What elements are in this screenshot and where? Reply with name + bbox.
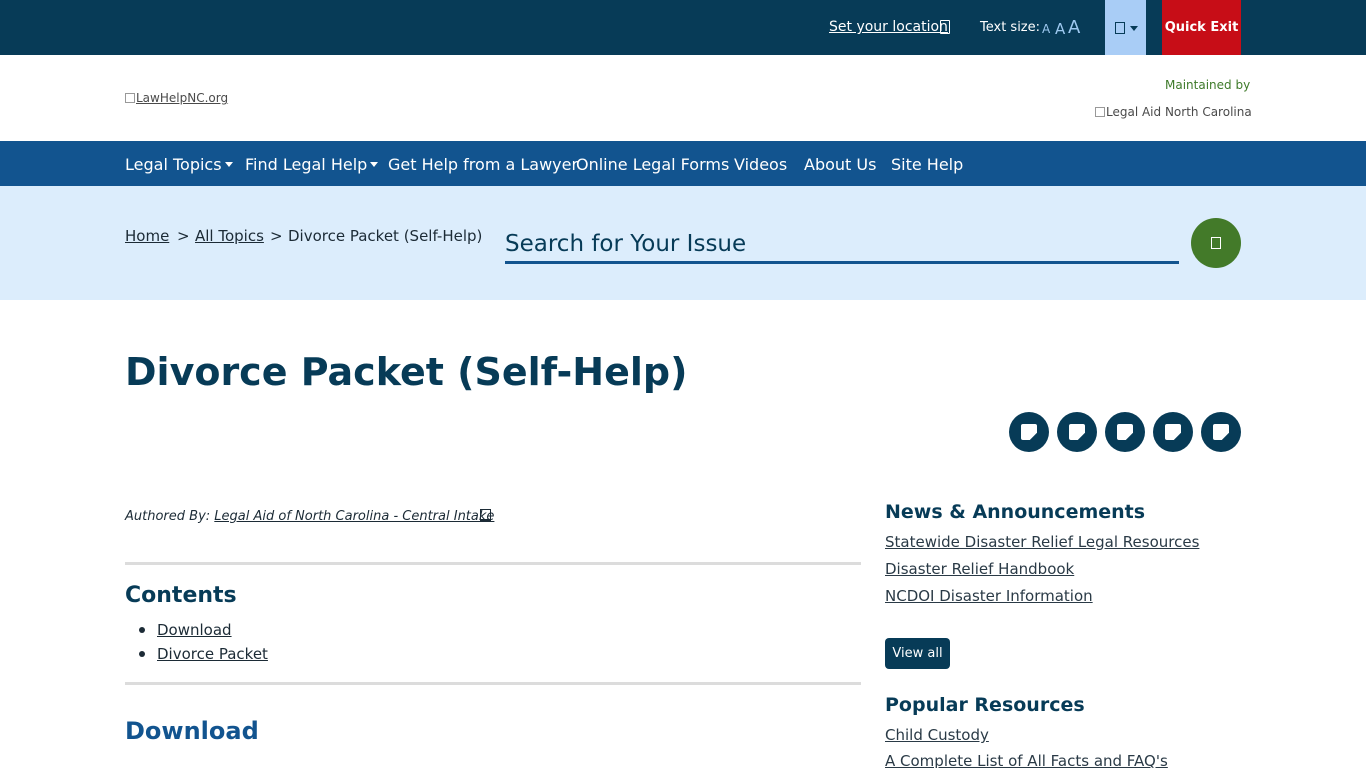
- partner-logo-alt: Legal Aid North Carolina: [1106, 105, 1252, 119]
- authored-by-label: Authored By:: [125, 509, 211, 524]
- contents-heading: Contents: [125, 583, 237, 608]
- share-icon: [1021, 424, 1037, 440]
- nav-item-label: Find Legal Help: [245, 155, 368, 174]
- breadcrumb-separator: >: [177, 227, 190, 245]
- main-nav: Legal Topics Find Legal Help Get Help fr…: [0, 141, 1366, 186]
- news-link[interactable]: Disaster Relief Handbook: [885, 560, 1074, 578]
- news-link[interactable]: NCDOI Disaster Information: [885, 587, 1093, 605]
- text-size-small-button[interactable]: A: [1042, 22, 1050, 36]
- page-title: Divorce Packet (Self-Help): [125, 350, 688, 394]
- share-icon: [1213, 424, 1229, 440]
- caret-down-icon: [370, 162, 379, 167]
- share-button-3[interactable]: [1105, 412, 1145, 452]
- news-heading: News & Announcements: [885, 501, 1146, 523]
- quick-exit-button[interactable]: Quick Exit: [1162, 0, 1241, 55]
- share-icon: [1117, 424, 1133, 440]
- author-link[interactable]: Legal Aid of North Carolina - Central In…: [214, 509, 494, 524]
- share-icon: [1069, 424, 1085, 440]
- share-button-2[interactable]: [1057, 412, 1097, 452]
- share-button-4[interactable]: [1153, 412, 1193, 452]
- text-size-label: Text size:: [980, 20, 1041, 35]
- breadcrumb-separator: >: [270, 227, 283, 245]
- broken-image-icon: [125, 93, 135, 103]
- nav-item-label: Legal Topics: [125, 155, 222, 174]
- breadcrumb-home[interactable]: Home: [125, 227, 169, 245]
- divider: [125, 562, 861, 565]
- language-dropdown-button[interactable]: [1105, 0, 1146, 55]
- nav-site-help[interactable]: Site Help: [891, 155, 963, 174]
- nav-get-help-from-lawyer[interactable]: Get Help from a Lawyer: [388, 155, 578, 174]
- language-icon: [1115, 22, 1125, 34]
- text-size-medium-button[interactable]: A: [1055, 20, 1065, 38]
- text-size-large-button[interactable]: A: [1068, 17, 1080, 38]
- nav-legal-topics[interactable]: Legal Topics: [125, 155, 233, 174]
- broken-image-icon: [1095, 107, 1105, 117]
- popular-resource-link[interactable]: Child Custody: [885, 726, 989, 744]
- download-heading: Download: [125, 717, 259, 745]
- caret-down-icon: [224, 162, 233, 167]
- search-button[interactable]: [1191, 218, 1241, 268]
- chevron-down-icon: [1130, 26, 1138, 31]
- maintained-by-label: Maintained by: [1165, 78, 1251, 92]
- site-logo[interactable]: LawHelpNC.org: [125, 91, 228, 105]
- utility-bar: Set your location Text size: A A A Quick…: [0, 0, 1366, 55]
- location-icon[interactable]: [940, 20, 950, 34]
- popular-resources-heading: Popular Resources: [885, 694, 1085, 716]
- nav-about-us[interactable]: About Us: [804, 155, 876, 174]
- nav-online-legal-forms[interactable]: Online Legal Forms: [576, 155, 729, 174]
- author-info-icon[interactable]: [480, 509, 491, 522]
- toc-link-download[interactable]: Download: [157, 621, 232, 639]
- popular-resource-link[interactable]: A Complete List of All Facts and FAQ's: [885, 752, 1168, 768]
- partner-logo[interactable]: Legal Aid North Carolina: [1095, 105, 1252, 119]
- nav-videos[interactable]: Videos: [734, 155, 787, 174]
- breadcrumb-all-topics[interactable]: All Topics: [195, 227, 264, 245]
- search-input[interactable]: [505, 226, 1179, 264]
- share-button-1[interactable]: [1009, 412, 1049, 452]
- authored-by: Authored By: Legal Aid of North Carolina…: [125, 509, 494, 524]
- breadcrumb-search-band: Home > All Topics > Divorce Packet (Self…: [0, 186, 1366, 300]
- search-icon: [1211, 237, 1221, 249]
- news-link[interactable]: Statewide Disaster Relief Legal Resource…: [885, 533, 1199, 551]
- bullet: [139, 651, 145, 657]
- divider: [125, 682, 861, 685]
- site-logo-alt: LawHelpNC.org: [136, 91, 229, 105]
- breadcrumb-current: Divorce Packet (Self-Help): [288, 227, 483, 245]
- nav-find-legal-help[interactable]: Find Legal Help: [245, 155, 379, 174]
- toc-link-divorce-packet[interactable]: Divorce Packet: [157, 645, 268, 663]
- set-location-link[interactable]: Set your location: [829, 19, 948, 35]
- bullet: [139, 627, 145, 633]
- share-icon: [1165, 424, 1181, 440]
- view-all-button[interactable]: View all: [885, 638, 950, 669]
- share-button-5[interactable]: [1201, 412, 1241, 452]
